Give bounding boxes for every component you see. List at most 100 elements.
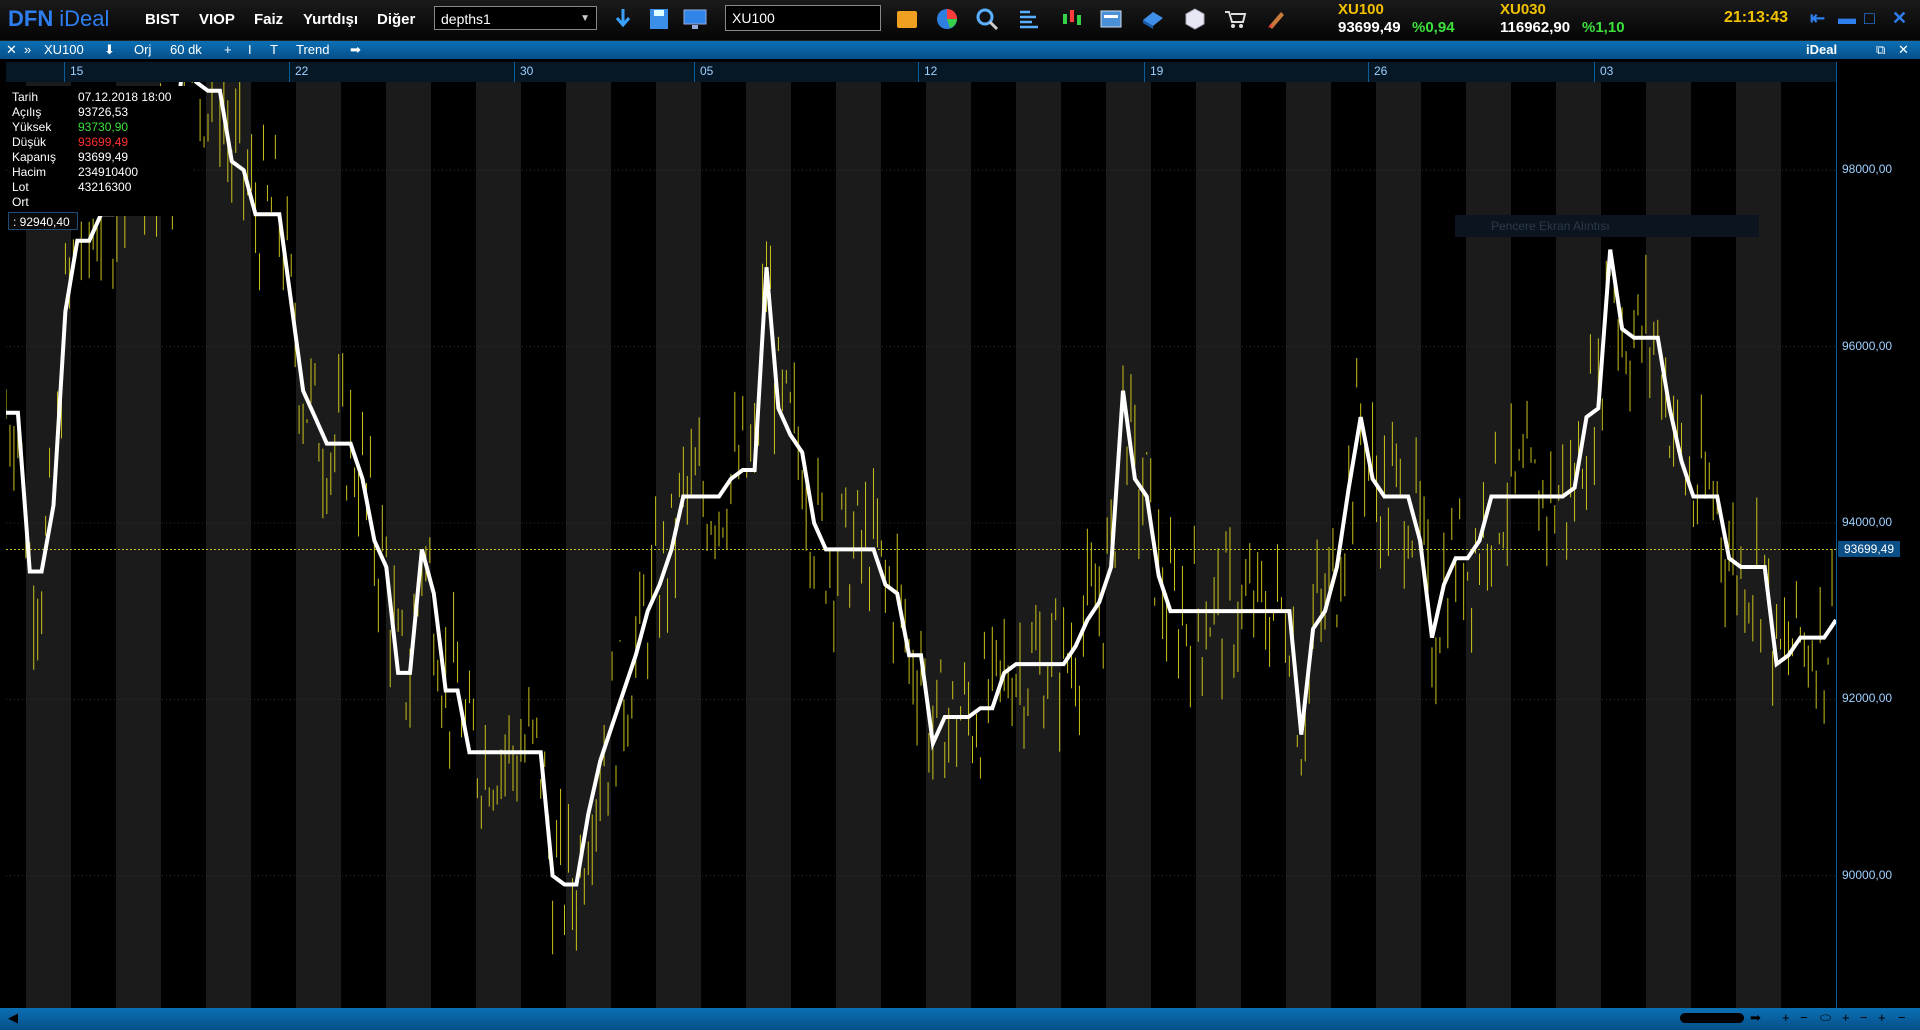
cursor-value: : 92940,40 [8,212,78,230]
zoom-in-3-icon[interactable]: + [1878,1010,1886,1025]
arrow-right-icon[interactable]: ➡ [350,42,361,58]
info-label-5: Hacim [12,165,47,179]
session-band [1376,82,1421,1008]
zoom-out-3-icon[interactable]: − [1898,1010,1906,1025]
minimize-icon[interactable]: ▬ [1838,8,1856,29]
info-value-1: 93726,53 [78,105,129,119]
date-tick [1144,62,1145,82]
session-band [746,82,791,1008]
zoom-in-icon[interactable]: + [1782,1010,1790,1025]
price-tick-label: 98000,00 [1842,162,1893,177]
session-band [1016,82,1061,1008]
cart-icon[interactable] [1222,6,1248,32]
chart-symbol[interactable]: XU100 [44,42,84,57]
zoom-in-2-icon[interactable]: + [1842,1010,1850,1025]
menu-yurtdisi[interactable]: Yurtdışı [303,11,358,28]
info-label-2: Yüksek [12,120,52,134]
maximize-icon[interactable]: □ [1864,8,1875,29]
date-tick [1594,62,1595,82]
session-band [656,82,701,1008]
quote-xu030-name[interactable]: XU030 [1500,1,1546,18]
pie-chart-icon[interactable] [934,6,960,32]
menu-viop[interactable]: VIOP [199,11,235,28]
chart-close-window-icon[interactable]: ✕ [1898,42,1909,58]
date-axis: 15 22 30 05 12 19 26 03 [6,62,1836,83]
session-band [836,82,881,1008]
chart-close-icon[interactable]: ✕ [6,42,17,58]
session-band [926,82,971,1008]
layout-select[interactable]: depths1 ▼ [434,6,597,30]
app-logo: DFN iDeal [8,6,109,32]
screen-capture-overlay: Pencere Ekran Alıntısı [1455,215,1759,237]
quote-xu100-pct: %0,94 [1412,19,1455,36]
symbol-input-value: XU100 [732,10,775,26]
chart-toolbar: ✕ » XU100 ⬇ Orj 60 dk + I T Trend ➡ iDea… [0,41,1920,59]
download-arrow-icon[interactable] [610,6,636,32]
chart-down-icon[interactable]: ⬇ [104,42,115,58]
session-band [296,82,341,1008]
date-label: 03 [1600,64,1614,78]
info-value-5: 234910400 [78,165,139,179]
layout-select-value: depths1 [441,11,491,27]
news-icon[interactable] [1098,6,1124,32]
chart-period-button[interactable]: 60 dk [170,42,202,57]
date-tick [64,62,65,82]
folder-icon[interactable] [894,6,920,32]
session-band [386,82,431,1008]
date-tick [694,62,695,82]
menu-diger[interactable]: Diğer [377,11,415,28]
info-label-4: Kapanış [12,150,57,164]
logo-ideal: iDeal [59,6,110,31]
info-value-4: 93699,49 [78,150,129,164]
chart-menu-icon[interactable]: » [24,42,31,57]
chart-orj-button[interactable]: Orj [134,42,151,57]
menu-faiz[interactable]: Faiz [254,11,283,28]
date-label: 15 [70,64,84,78]
text-tool-icon[interactable]: T [270,42,278,57]
add-indicator-icon[interactable]: + [224,42,232,57]
date-label: 26 [1374,64,1388,78]
info-label-1: Açılış [12,105,42,119]
chart-restore-icon[interactable]: ⧉ [1876,42,1885,58]
main-toolbar: DFN iDeal BIST VIOP Faiz Yurtdışı Diğer d… [0,0,1920,41]
save-disk-icon[interactable] [646,6,672,32]
quote-xu100-name[interactable]: XU100 [1338,1,1384,18]
disk-icon[interactable] [1140,6,1166,32]
price-tick-label: 90000,00 [1842,867,1893,882]
cube-icon[interactable] [1182,6,1208,32]
date-tick [289,62,290,82]
session-band [1286,82,1331,1008]
info-label-0: Tarih [12,90,39,104]
info-label-6: Lot [12,180,29,194]
info-label-3: Düşük [12,135,47,149]
paint-icon[interactable] [1264,6,1290,32]
scroll-left-icon[interactable]: ◀ [8,1010,18,1026]
back-icon[interactable]: ⇤ [1810,8,1825,29]
search-icon[interactable] [974,6,1000,32]
zoom-fit-icon[interactable]: ⬭ [1820,1010,1831,1026]
date-tick [1368,62,1369,82]
price-tick-label: 92000,00 [1842,691,1893,706]
quote-xu100-value: 93699,49 [1338,19,1401,36]
zoom-out-2-icon[interactable]: − [1860,1010,1868,1025]
info-value-2: 93730,90 [78,120,129,134]
date-label: 05 [700,64,714,78]
zoom-out-icon[interactable]: − [1800,1010,1808,1025]
symbol-input[interactable]: XU100 [725,5,881,31]
bar-list-icon[interactable] [1016,6,1042,32]
candlestick-icon[interactable] [1058,6,1084,32]
info-value-6: 43216300 [78,180,132,194]
quote-xu030-value: 116962,90 [1500,19,1571,36]
session-band [116,82,161,1008]
trend-button[interactable]: Trend [296,42,329,57]
scroll-right-icon[interactable]: ➡ [1750,1010,1761,1026]
quote-xu030-pct: %1,10 [1582,19,1625,36]
monitor-icon[interactable] [682,6,708,32]
menu-bist[interactable]: BIST [145,11,179,28]
close-icon[interactable]: ✕ [1892,8,1907,29]
last-price-label: 93699,49 [1838,541,1900,558]
clock: 21:13:43 [1724,9,1789,26]
bottom-scroll-bar[interactable]: ◀ ➡ + − ⬭ + − + − [0,1008,1920,1030]
cursor-line-icon[interactable]: I [248,42,252,57]
scroll-thumb[interactable] [1680,1013,1744,1023]
